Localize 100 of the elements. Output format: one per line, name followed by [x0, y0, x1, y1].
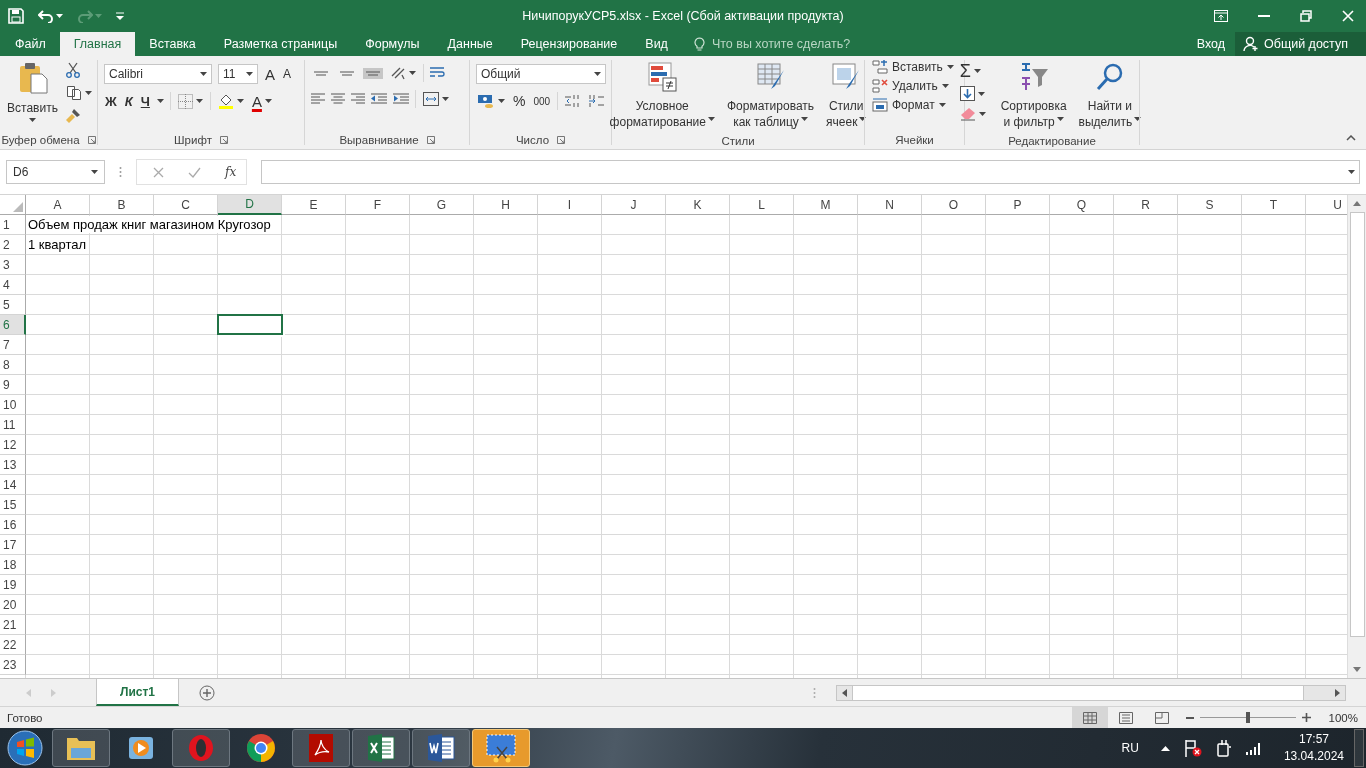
- dialog-launcher-icon[interactable]: [426, 136, 435, 145]
- signal-icon[interactable]: [1245, 741, 1262, 755]
- vertical-align-button[interactable]: [363, 67, 383, 79]
- row-header[interactable]: 15: [0, 495, 26, 515]
- row-header[interactable]: 13: [0, 455, 26, 475]
- clock-time[interactable]: 17:57: [1298, 731, 1329, 748]
- language-indicator[interactable]: RU: [1121, 741, 1139, 755]
- editing-button[interactable]: Найти и выделить: [1074, 60, 1146, 132]
- merge-button[interactable]: [422, 92, 450, 106]
- scroll-up-icon[interactable]: [1353, 201, 1361, 206]
- start-button[interactable]: [6, 729, 44, 767]
- scroll-thumb[interactable]: [1349, 212, 1365, 637]
- row-header[interactable]: 20: [0, 595, 26, 615]
- row-header[interactable]: 7: [0, 335, 26, 355]
- column-header[interactable]: N: [858, 195, 922, 215]
- column-header[interactable]: L: [730, 195, 794, 215]
- ribbon-display-icon[interactable]: [1214, 10, 1228, 22]
- dialog-launcher-icon[interactable]: [219, 136, 228, 145]
- column-header[interactable]: B: [90, 195, 154, 215]
- ribbon-tab[interactable]: Вид: [631, 32, 682, 56]
- cells-button[interactable]: Формат: [871, 98, 947, 112]
- fill-button[interactable]: [958, 86, 987, 101]
- clear-button[interactable]: [958, 107, 987, 121]
- cells-button[interactable]: Удалить: [871, 79, 950, 93]
- grow-font-button[interactable]: A: [264, 65, 276, 83]
- column-header[interactable]: P: [986, 195, 1050, 215]
- increase-indent-icon[interactable]: [393, 93, 409, 105]
- editing-button[interactable]: Сортировка и фильтр: [996, 60, 1071, 132]
- zoom-slider[interactable]: [1199, 712, 1296, 723]
- column-header[interactable]: S: [1178, 195, 1242, 215]
- close-icon[interactable]: [1342, 10, 1354, 22]
- column-header[interactable]: H: [474, 195, 538, 215]
- flag-error-icon[interactable]: [1183, 739, 1202, 757]
- italic-button[interactable]: К: [123, 93, 134, 109]
- column-header[interactable]: I: [538, 195, 602, 215]
- column-header[interactable]: F: [346, 195, 410, 215]
- number-format-field[interactable]: Общий: [476, 64, 606, 84]
- row-header[interactable]: 9: [0, 375, 26, 395]
- row-header[interactable]: 21: [0, 615, 26, 635]
- font-color-button[interactable]: A: [250, 92, 273, 110]
- sheet-tab[interactable]: Лист1: [96, 679, 180, 706]
- row-header[interactable]: 12: [0, 435, 26, 455]
- column-header[interactable]: Q: [1050, 195, 1114, 215]
- percent-button[interactable]: %: [512, 93, 527, 109]
- scroll-down-icon[interactable]: [1353, 667, 1361, 672]
- style-button[interactable]: Форматировать как таблицу: [722, 60, 819, 132]
- row-header[interactable]: 19: [0, 575, 26, 595]
- add-sheet-icon[interactable]: [199, 684, 216, 701]
- font-name-field[interactable]: Calibri: [104, 64, 212, 84]
- name-box[interactable]: D6: [6, 160, 105, 184]
- ribbon-tab[interactable]: Разметка страницы: [209, 32, 352, 56]
- column-header[interactable]: R: [1114, 195, 1178, 215]
- power-plug-icon[interactable]: [1215, 739, 1232, 757]
- column-header[interactable]: M: [794, 195, 858, 215]
- column-header[interactable]: O: [922, 195, 986, 215]
- show-hidden-icons[interactable]: [1160, 745, 1170, 751]
- ribbon-tab[interactable]: Файл: [0, 32, 60, 56]
- row-header[interactable]: 18: [0, 555, 26, 575]
- ribbon-tab[interactable]: Вставка: [135, 32, 210, 56]
- row-header[interactable]: 5: [0, 295, 26, 315]
- horizontal-scrollbar[interactable]: [836, 684, 1346, 701]
- bold-button[interactable]: Ж: [104, 93, 118, 109]
- ribbon-tab[interactable]: Формулы: [351, 32, 434, 56]
- tell-me-field[interactable]: Что вы хотите сделать?: [709, 36, 884, 52]
- row-header[interactable]: 2: [0, 235, 26, 255]
- row-header[interactable]: 17: [0, 535, 26, 555]
- dialog-launcher-icon[interactable]: [557, 136, 566, 145]
- column-header[interactable]: K: [666, 195, 730, 215]
- zoom-level[interactable]: 100%: [1328, 711, 1358, 724]
- row-header[interactable]: 22: [0, 635, 26, 655]
- row-header[interactable]: 11: [0, 415, 26, 435]
- ribbon-tab[interactable]: Главная: [59, 32, 136, 56]
- row-header[interactable]: 1: [0, 215, 26, 235]
- view-button[interactable]: [1071, 707, 1108, 728]
- zoom-in-icon[interactable]: [1301, 713, 1311, 722]
- row-header[interactable]: 10: [0, 395, 26, 415]
- column-header[interactable]: J: [602, 195, 666, 215]
- font-size-field[interactable]: 11: [218, 64, 258, 84]
- scroll-left-icon[interactable]: [842, 688, 847, 697]
- clock-date[interactable]: 13.04.2024: [1283, 748, 1344, 765]
- row-header[interactable]: 3: [0, 255, 26, 275]
- undo-button[interactable]: [38, 9, 63, 23]
- orientation-button[interactable]: [389, 66, 417, 80]
- autosum-button[interactable]: Σ: [958, 62, 987, 80]
- column-header[interactable]: E: [282, 195, 346, 215]
- taskbar-button[interactable]: [52, 729, 110, 767]
- restore-icon[interactable]: [1300, 10, 1312, 22]
- insert-function-button[interactable]: fx: [225, 165, 237, 179]
- formula-input[interactable]: [261, 160, 1360, 184]
- scissors-icon[interactable]: [64, 62, 81, 78]
- underline-button[interactable]: Ч: [139, 93, 151, 109]
- scroll-right-icon[interactable]: [1335, 688, 1340, 697]
- customize-menu-icon[interactable]: [116, 12, 124, 20]
- fill-color-button[interactable]: [216, 93, 245, 109]
- row-header[interactable]: 8: [0, 355, 26, 375]
- checkmark-icon[interactable]: [188, 166, 201, 178]
- active-cell[interactable]: [217, 314, 283, 335]
- zoom-out-icon[interactable]: [1185, 716, 1194, 719]
- row-header[interactable]: 23: [0, 655, 26, 675]
- column-header[interactable]: D: [218, 195, 282, 215]
